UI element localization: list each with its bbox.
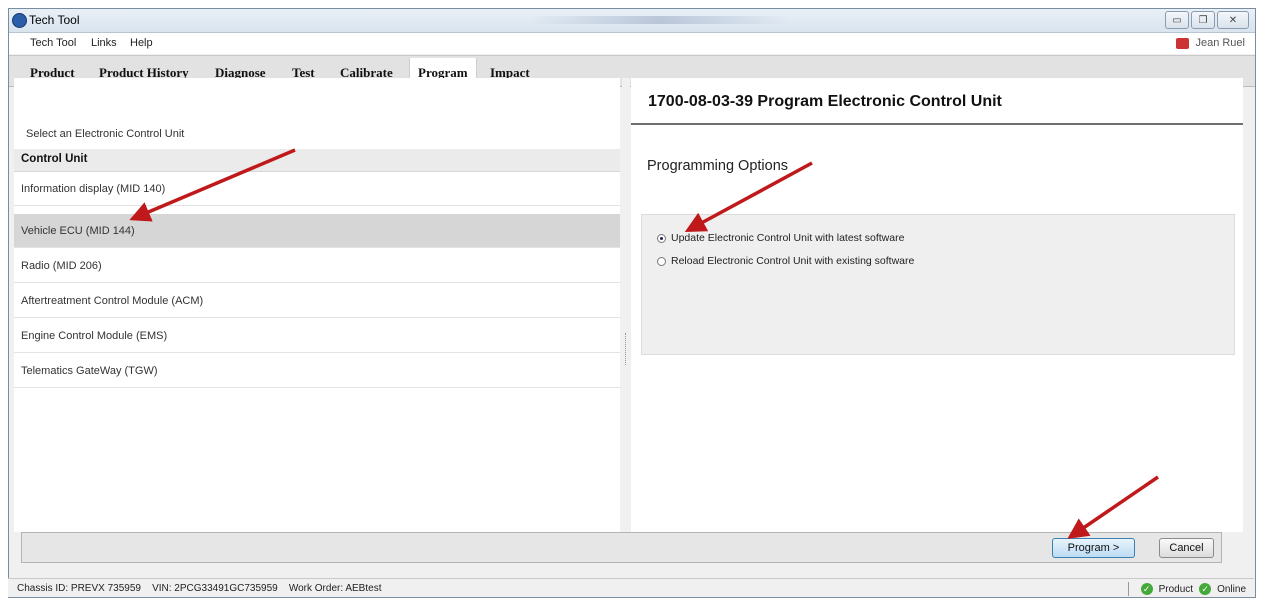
program-ecu-pane: 1700-08-03-39 Program Electronic Control…: [631, 78, 1243, 532]
operation-title: 1700-08-03-39 Program Electronic Control…: [648, 93, 1002, 110]
control-unit-label: Vehicle ECU (MID 144): [21, 225, 135, 237]
option-update-latest[interactable]: Update Electronic Control Unit with late…: [657, 232, 904, 244]
user-name: Jean Ruel: [1195, 37, 1245, 49]
title-divider: [631, 123, 1243, 125]
control-unit-label: Information display (MID 140): [21, 183, 166, 195]
control-unit-label: Telematics GateWay (TGW): [21, 365, 158, 377]
status-bar: Chassis ID: PREVX 735959 VIN: 2PCG33491G…: [8, 578, 1254, 597]
control-unit-pane: Select an Electronic Control Unit Contro…: [14, 78, 620, 532]
action-button-bar: Program > Cancel: [21, 532, 1222, 563]
work-order: Work Order: AEBtest: [288, 583, 382, 594]
check-icon: ✓: [1199, 583, 1212, 595]
menu-help[interactable]: Help: [130, 37, 153, 49]
window-title: Tech Tool: [29, 13, 80, 27]
radio-selected-icon[interactable]: [657, 233, 666, 243]
select-ecu-prompt: Select an Electronic Control Unit: [26, 128, 185, 140]
status-info: Chassis ID: PREVX 735959 VIN: 2PCG33491G…: [17, 583, 381, 594]
app-logo-icon: [12, 13, 27, 28]
control-unit-label: Engine Control Module (EMS): [21, 330, 168, 342]
control-unit-row-selected[interactable]: Vehicle ECU (MID 144): [14, 214, 620, 248]
close-icon[interactable]: ✕: [1217, 11, 1249, 29]
title-bar: Tech Tool ▭ ❐ ✕: [9, 9, 1255, 33]
user-icon: [1176, 37, 1190, 49]
online-status: Online: [1217, 583, 1246, 595]
minimize-icon[interactable]: ▭: [1165, 11, 1189, 29]
window-controls: ▭ ❐ ✕: [1165, 11, 1249, 29]
pane-splitter[interactable]: [622, 78, 630, 532]
splitter-grip-icon[interactable]: [625, 333, 628, 365]
menu-tech-tool[interactable]: Tech Tool: [30, 37, 76, 49]
check-icon: ✓: [1140, 583, 1153, 595]
control-unit-column-header: Control Unit: [14, 149, 620, 172]
chassis-id: Chassis ID: PREVX 735959: [17, 583, 141, 594]
user-indicator[interactable]: Jean Ruel: [1176, 37, 1245, 49]
control-unit-row[interactable]: Radio (MID 206): [14, 249, 620, 283]
menu-bar: Tech Tool Links Help Jean Ruel: [9, 33, 1255, 54]
vin: VIN: 2PCG33491GC735959: [152, 583, 278, 594]
control-unit-row[interactable]: Information display (MID 140): [14, 172, 620, 206]
option-label: Update Electronic Control Unit with late…: [671, 232, 905, 244]
option-label: Reload Electronic Control Unit with exis…: [671, 255, 915, 267]
control-unit-row[interactable]: Engine Control Module (EMS): [14, 319, 620, 353]
background-window-title-blur: [529, 16, 789, 24]
option-reload-existing[interactable]: Reload Electronic Control Unit with exis…: [657, 255, 914, 267]
restore-icon[interactable]: ❐: [1191, 11, 1215, 29]
programming-options-box: Update Electronic Control Unit with late…: [641, 214, 1235, 355]
control-unit-row[interactable]: Telematics GateWay (TGW): [14, 354, 620, 388]
radio-unselected-icon[interactable]: [657, 256, 666, 266]
status-separator: [1127, 582, 1129, 596]
control-unit-row[interactable]: Aftertreatment Control Module (ACM): [14, 284, 620, 318]
connection-status: ✓ Product ✓ Online: [1127, 582, 1246, 596]
programming-options-heading: Programming Options: [647, 158, 789, 174]
program-button[interactable]: Program >: [1052, 538, 1135, 558]
product-status: Product: [1158, 583, 1194, 595]
cancel-button[interactable]: Cancel: [1159, 538, 1214, 558]
column-header-label: Control Unit: [21, 153, 88, 165]
menu-links[interactable]: Links: [91, 37, 117, 49]
control-unit-label: Radio (MID 206): [21, 260, 102, 272]
control-unit-label: Aftertreatment Control Module (ACM): [21, 295, 204, 307]
